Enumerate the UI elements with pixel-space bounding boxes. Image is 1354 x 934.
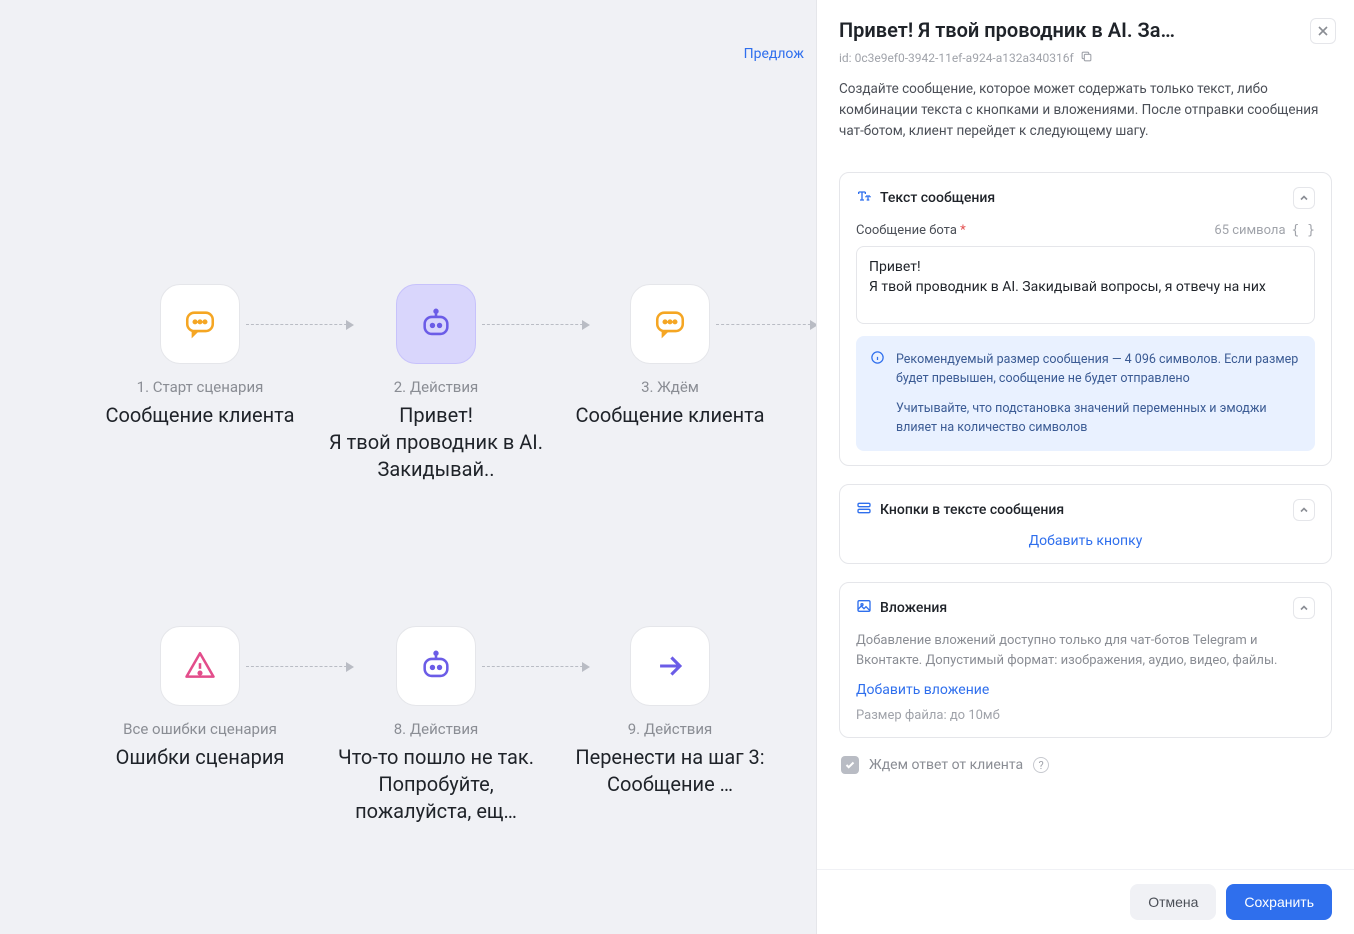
- buttons-icon: [856, 500, 872, 520]
- char-count: 65 символа: [1214, 223, 1285, 238]
- suggest-link[interactable]: Предлож: [744, 46, 804, 62]
- cancel-button[interactable]: Отмена: [1130, 884, 1216, 920]
- help-icon[interactable]: ?: [1033, 757, 1049, 773]
- collapse-button[interactable]: [1293, 499, 1315, 521]
- node-action-9[interactable]: 9. Действия Перенести на шаг 3: Сообщени…: [560, 626, 780, 798]
- node-step-label: 3. Ждём: [560, 378, 780, 396]
- variables-icon[interactable]: { }: [1292, 223, 1315, 238]
- node-errors[interactable]: Все ошибки сценария Ошибки сценария: [90, 626, 310, 771]
- attachments-description: Добавление вложений доступно только для …: [856, 631, 1315, 670]
- file-size-hint: Размер файла: до 10мб: [856, 708, 1315, 723]
- add-attachment-link[interactable]: Добавить вложение: [856, 682, 1315, 698]
- collapse-button[interactable]: [1293, 187, 1315, 209]
- info-text-1: Рекомендуемый размер сообщения — 4 096 с…: [896, 350, 1301, 389]
- wait-label: Ждем ответ от клиента: [869, 757, 1023, 773]
- warning-icon: [160, 626, 240, 706]
- copy-icon[interactable]: [1080, 48, 1093, 67]
- message-textarea[interactable]: Привет! Я твой проводник в AI. Закидывай…: [856, 246, 1315, 324]
- field-label: Сообщение бота: [856, 223, 957, 238]
- attachments-section-card: Вложения Добавление вложений доступно то…: [839, 582, 1332, 738]
- node-action-8[interactable]: 8. Действия Что-то пошло не так. Попробу…: [326, 626, 546, 825]
- info-icon: [870, 350, 885, 371]
- close-button[interactable]: [1310, 18, 1336, 44]
- wait-checkbox[interactable]: [841, 756, 859, 774]
- node-step-label: 2. Действия: [326, 378, 546, 396]
- panel-description: Создайте сообщение, которое может содерж…: [839, 79, 1332, 142]
- node-wait-3[interactable]: 3. Ждём Сообщение клиента: [560, 284, 780, 429]
- chat-bubble-icon: [630, 284, 710, 364]
- bot-icon: [396, 626, 476, 706]
- node-title: Сообщение клиента: [560, 402, 780, 429]
- node-title: Привет! Я твой проводник в AI. Закидывай…: [326, 402, 546, 483]
- flow-arrow: [716, 324, 816, 326]
- section-header: Вложения: [880, 600, 947, 616]
- panel-id: id: 0c3e9ef0-3942-11ef-a924-a132a340316f: [839, 51, 1074, 65]
- section-header: Текст сообщения: [880, 190, 995, 206]
- node-title: Ошибки сценария: [90, 744, 310, 771]
- collapse-button[interactable]: [1293, 597, 1315, 619]
- section-header: Кнопки в тексте сообщения: [880, 502, 1064, 518]
- flow-canvas[interactable]: Предлож 1. Старт сценария Сообщение клие…: [0, 0, 816, 934]
- node-title: Перенести на шаг 3: Сообщение …: [560, 744, 780, 798]
- panel-title: Привет! Я твой проводник в AI. За…: [839, 18, 1332, 42]
- buttons-section-card: Кнопки в тексте сообщения Добавить кнопк…: [839, 484, 1332, 564]
- node-start[interactable]: 1. Старт сценария Сообщение клиента: [90, 284, 310, 429]
- panel-footer: Отмена Сохранить: [817, 869, 1354, 934]
- text-section-card: Текст сообщения Сообщение бота * 65 симв…: [839, 172, 1332, 467]
- add-button-link[interactable]: Добавить кнопку: [856, 533, 1315, 549]
- node-step-label: 9. Действия: [560, 720, 780, 738]
- info-text-2: Учитывайте, что подстановка значений пер…: [896, 399, 1301, 438]
- node-title: Сообщение клиента: [90, 402, 310, 429]
- text-icon: [856, 188, 872, 208]
- node-step-label: 1. Старт сценария: [90, 378, 310, 396]
- save-button[interactable]: Сохранить: [1226, 884, 1332, 920]
- side-panel: Привет! Я твой проводник в AI. За… id: 0…: [816, 0, 1354, 934]
- info-note: Рекомендуемый размер сообщения — 4 096 с…: [856, 336, 1315, 452]
- node-title: Что-то пошло не так. Попробуйте, пожалуй…: [326, 744, 546, 825]
- chat-bubble-icon: [160, 284, 240, 364]
- node-step-label: Все ошибки сценария: [90, 720, 310, 738]
- image-icon: [856, 598, 872, 618]
- node-action-2[interactable]: 2. Действия Привет! Я твой проводник в A…: [326, 284, 546, 483]
- node-step-label: 8. Действия: [326, 720, 546, 738]
- bot-icon: [396, 284, 476, 364]
- arrow-right-icon: [630, 626, 710, 706]
